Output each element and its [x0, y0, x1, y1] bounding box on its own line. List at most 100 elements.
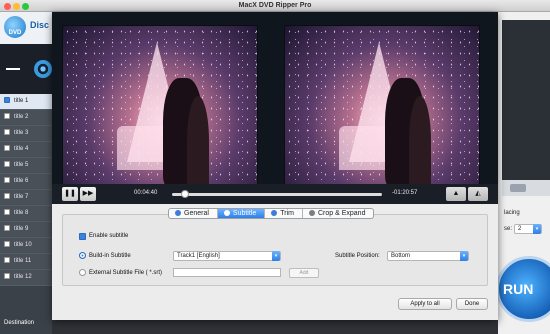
fast-forward-icon[interactable]: ▶▶: [80, 187, 96, 201]
title-label: title 6: [14, 178, 29, 184]
title-list-item[interactable]: title 4: [0, 142, 52, 158]
add-subtitle-button[interactable]: Add: [289, 268, 319, 278]
title-list-item[interactable]: title 12: [0, 270, 52, 286]
output-preview: [502, 20, 550, 180]
close-window-button[interactable]: [4, 3, 11, 10]
window-title: MacX DVD Ripper Pro: [238, 2, 312, 9]
current-time: 00:04:40: [134, 190, 158, 196]
folder-icon[interactable]: [510, 184, 526, 192]
tab-label: Subtitle: [232, 210, 257, 217]
title-checkbox[interactable]: [4, 113, 10, 119]
title-label: title 9: [14, 226, 29, 232]
output-video-frame: [284, 25, 480, 185]
dvd-disc-icon: DVD: [4, 16, 26, 38]
cpu-core-value: 2: [518, 226, 522, 232]
logo-label: Disc: [30, 20, 50, 30]
enable-subtitle-label: Enable subtitle: [89, 233, 129, 239]
app-logo: DVD Disc: [0, 12, 52, 44]
title-list-item[interactable]: title 6: [0, 174, 52, 190]
external-subtitle-label: External Subtitle File ( *.srt): [89, 270, 163, 276]
chevron-down-icon: ▾: [460, 251, 468, 261]
title-list: title 1 title 2 title 3 title 4 title 5 title…: [0, 94, 52, 286]
title-checkbox[interactable]: [4, 145, 10, 151]
title-label: title 11: [14, 258, 32, 264]
tab-subtitle[interactable]: Subtitle: [217, 209, 266, 218]
title-checkbox[interactable]: [4, 177, 10, 183]
title-list-item[interactable]: title 3: [0, 126, 52, 142]
title-list-item[interactable]: title 8: [0, 206, 52, 222]
apply-to-all-button[interactable]: Apply to all: [398, 298, 452, 310]
title-label: title 12: [14, 274, 32, 280]
screen-icon[interactable]: ◭: [468, 187, 488, 201]
tab-trim[interactable]: Trim: [265, 209, 303, 218]
pause-icon[interactable]: ❚❚: [62, 187, 78, 201]
snapshot-icon[interactable]: ▲: [446, 187, 466, 201]
title-list-item[interactable]: title 2: [0, 110, 52, 126]
zoom-window-button[interactable]: [22, 3, 29, 10]
title-checkbox[interactable]: [4, 161, 10, 167]
builtin-subtitle-label: Build-in Subtitle: [89, 253, 131, 259]
subtitle-panel: Enable subtitle Build-in Subtitle Track1…: [62, 214, 488, 286]
title-label: title 10: [14, 242, 32, 248]
builtin-subtitle-value: Track1 [English]: [177, 253, 220, 259]
title-checkbox[interactable]: [4, 209, 10, 215]
title-list-item[interactable]: title 10: [0, 238, 52, 254]
deinterlacing-label: lacing: [504, 210, 520, 216]
title-checkbox[interactable]: [4, 97, 10, 103]
subtitle-position-value: Bottom: [391, 253, 411, 259]
disc-icon: [34, 60, 52, 78]
tab-label: Trim: [280, 210, 294, 217]
playback-controls: ❚❚ ▶▶ 00:04:40 -01:20:57 ▲ ◭: [52, 184, 498, 204]
seek-knob[interactable]: [180, 190, 189, 198]
subtitle-position-select[interactable]: Bottom ▾: [387, 251, 469, 261]
title-checkbox[interactable]: [4, 257, 10, 263]
tab-label: General: [184, 210, 209, 217]
title-list-item[interactable]: title 5: [0, 158, 52, 174]
title-list-item[interactable]: title 9: [0, 222, 52, 238]
preview-controls: [502, 180, 550, 196]
minimize-window-button[interactable]: [13, 3, 20, 10]
chevron-down-icon: ▾: [533, 224, 541, 234]
tab-crop-expand[interactable]: Crop & Expand: [303, 209, 373, 218]
cpu-core-select[interactable]: 2 ▾: [514, 224, 542, 234]
subtitle-position-label: Subtitle Position:: [335, 253, 380, 259]
tab-icon: [271, 210, 278, 216]
original-video-frame: [62, 25, 258, 185]
external-subtitle-path-field[interactable]: [173, 268, 281, 277]
chevron-down-icon: ▾: [272, 251, 280, 261]
tab-icon: [309, 210, 315, 216]
title-checkbox[interactable]: [4, 241, 10, 247]
remaining-time: -01:20:57: [392, 190, 418, 196]
title-label: title 7: [14, 194, 29, 200]
title-checkbox[interactable]: [4, 129, 10, 135]
video-preview-area: [52, 12, 498, 204]
disc-preview: [0, 44, 52, 94]
done-button[interactable]: Done: [456, 298, 488, 310]
title-checkbox[interactable]: [4, 273, 10, 279]
edit-tabs: General Subtitle Trim Crop & Expand: [168, 208, 375, 219]
builtin-subtitle-radio[interactable]: [79, 252, 86, 259]
enable-subtitle-checkbox[interactable]: [79, 233, 86, 240]
title-label: title 8: [14, 210, 29, 216]
tab-label: Crop & Expand: [318, 210, 366, 217]
title-list-item[interactable]: title 7: [0, 190, 52, 206]
title-checkbox[interactable]: [4, 193, 10, 199]
title-label: title 1: [14, 98, 29, 104]
seek-bar[interactable]: [172, 190, 382, 198]
edit-dialog: ❚❚ ▶▶ 00:04:40 -01:20:57 ▲ ◭ Enable subt…: [52, 12, 498, 320]
destination-label: Destination: [4, 320, 35, 326]
title-list-item[interactable]: title 11: [0, 254, 52, 270]
title-label: title 3: [14, 130, 29, 136]
tab-general[interactable]: General: [169, 209, 218, 218]
window-title-bar: MacX DVD Ripper Pro: [0, 0, 550, 12]
external-subtitle-radio[interactable]: [79, 269, 86, 276]
minus-icon[interactable]: [6, 68, 20, 70]
title-checkbox[interactable]: [4, 225, 10, 231]
title-label: title 4: [14, 146, 29, 152]
cpu-use-label: se:: [504, 226, 513, 232]
tab-icon: [175, 210, 181, 216]
builtin-subtitle-select[interactable]: Track1 [English] ▾: [173, 251, 281, 261]
title-list-item[interactable]: title 1: [0, 94, 52, 110]
title-label: title 2: [14, 114, 29, 120]
tab-icon: [223, 210, 230, 216]
